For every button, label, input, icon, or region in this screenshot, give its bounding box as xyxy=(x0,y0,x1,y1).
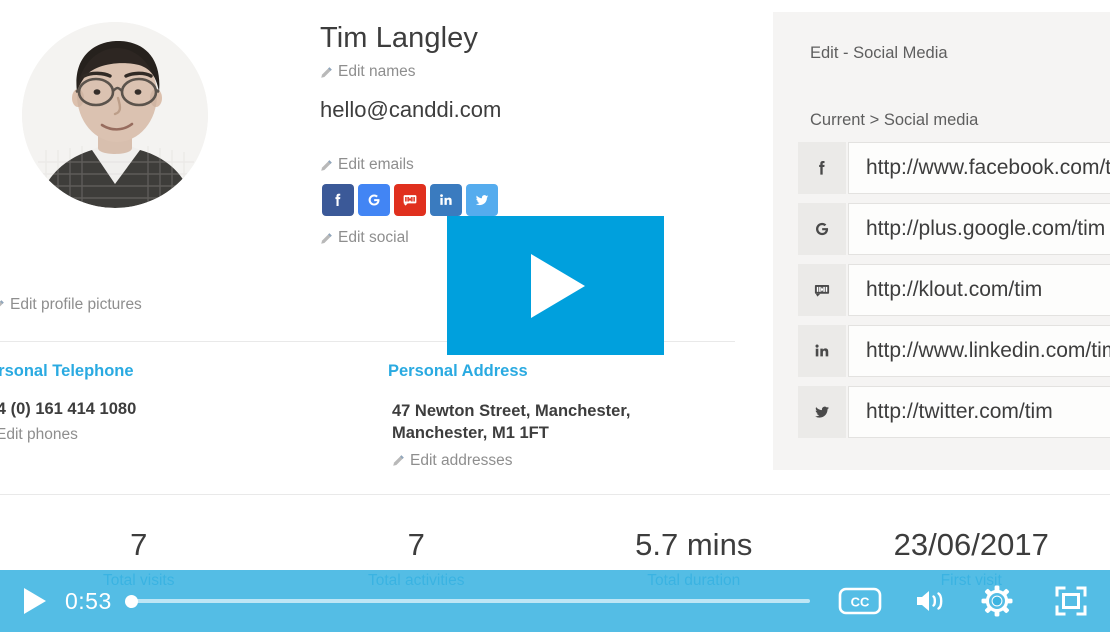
video-play-overlay[interactable] xyxy=(447,216,664,355)
google-plus-icon xyxy=(798,203,846,255)
avatar[interactable] xyxy=(22,22,208,208)
klout-icon[interactable] xyxy=(394,184,426,216)
social-media-field-list: http://www.facebook.com/tim http://plus.… xyxy=(798,142,1110,447)
current-time-label: 0:53 xyxy=(65,587,112,614)
avatar-image xyxy=(22,22,208,208)
pencil-icon xyxy=(320,159,333,172)
personal-telephone-heading: Personal Telephone xyxy=(0,362,134,380)
stat-value: 7 xyxy=(407,527,425,562)
linkedin-icon xyxy=(798,325,846,377)
edit-phones-label: Edit phones xyxy=(0,426,78,443)
social-icon-row xyxy=(322,184,498,216)
google-plus-url-input[interactable]: http://plus.google.com/tim xyxy=(848,203,1110,255)
klout-url-input[interactable]: http://klout.com/tim xyxy=(848,264,1110,316)
twitter-icon[interactable] xyxy=(466,184,498,216)
edit-social-label: Edit social xyxy=(338,229,409,246)
twitter-url-input[interactable]: http://twitter.com/tim xyxy=(848,386,1110,438)
address-line-1: 47 Newton Street, Manchester, xyxy=(392,402,631,420)
email-value: hello@canddi.com xyxy=(320,97,502,122)
edit-phones-link[interactable]: Edit phones xyxy=(0,426,308,444)
breadcrumb: Current > Social media xyxy=(810,111,979,129)
facebook-icon[interactable] xyxy=(322,184,354,216)
panel-title: Edit - Social Media xyxy=(810,44,948,62)
pencil-icon xyxy=(392,454,405,467)
pencil-icon xyxy=(320,232,333,245)
edit-names-link[interactable]: Edit names xyxy=(320,63,416,81)
stat-value: 5.7 mins xyxy=(635,527,753,562)
video-control-bar: 0:53 CC xyxy=(0,570,1110,632)
edit-addresses-label: Edit addresses xyxy=(410,451,513,469)
page-title: Tim Langley xyxy=(320,22,478,54)
edit-social-media-panel: Edit - Social Media Current > Social med… xyxy=(773,12,1110,470)
facebook-url-input[interactable]: http://www.facebook.com/tim xyxy=(848,142,1110,194)
personal-telephone-block: Personal Telephone +44 (0) 161 414 1080 … xyxy=(0,362,308,444)
edit-addresses-link[interactable]: Edit addresses xyxy=(392,452,708,470)
list-item: http://plus.google.com/tim xyxy=(798,203,1110,255)
list-item: http://twitter.com/tim xyxy=(798,386,1110,438)
linkedin-icon[interactable] xyxy=(430,184,462,216)
linkedin-url-input[interactable]: http://www.linkedin.com/tim xyxy=(848,325,1110,377)
screenshot-root: Tim Langley Edit names hello@canddi.com … xyxy=(0,0,1110,632)
volume-button[interactable] xyxy=(914,587,948,615)
personal-telephone-value: +44 (0) 161 414 1080 xyxy=(0,400,137,418)
stat-value: 7 xyxy=(130,527,148,562)
google-icon[interactable] xyxy=(358,184,390,216)
list-item: http://klout.com/tim xyxy=(798,264,1110,316)
fullscreen-button[interactable] xyxy=(1054,585,1088,617)
list-item: http://www.linkedin.com/tim xyxy=(798,325,1110,377)
personal-address-value: 47 Newton Street, Manchester, Manchester… xyxy=(392,400,708,445)
klout-icon xyxy=(798,264,846,316)
cc-button[interactable]: CC xyxy=(838,586,882,616)
pencil-icon xyxy=(320,66,333,79)
progress-handle[interactable] xyxy=(124,595,138,608)
play-icon xyxy=(531,254,585,318)
twitter-icon xyxy=(798,386,846,438)
edit-emails-link[interactable]: Edit emails xyxy=(320,156,414,174)
facebook-icon xyxy=(798,142,846,194)
list-item: http://www.facebook.com/tim xyxy=(798,142,1110,194)
edit-names-label: Edit names xyxy=(338,63,416,80)
progress-slider[interactable] xyxy=(124,595,810,608)
settings-button[interactable] xyxy=(980,584,1014,618)
personal-address-block: Personal Address 47 Newton Street, Manch… xyxy=(388,362,708,470)
play-button[interactable] xyxy=(24,588,46,614)
stat-value: 23/06/2017 xyxy=(893,527,1049,562)
edit-profile-pictures-link[interactable]: Edit profile pictures xyxy=(0,296,142,314)
divider-bottom xyxy=(0,494,1110,495)
edit-social-link[interactable]: Edit social xyxy=(320,229,409,247)
pencil-icon xyxy=(0,299,5,312)
personal-address-heading: Personal Address xyxy=(388,362,528,380)
svg-text:CC: CC xyxy=(851,595,870,610)
edit-emails-label: Edit emails xyxy=(338,156,414,173)
edit-profile-pictures-label: Edit profile pictures xyxy=(10,296,142,313)
address-line-2: Manchester, M1 1FT xyxy=(392,424,549,443)
